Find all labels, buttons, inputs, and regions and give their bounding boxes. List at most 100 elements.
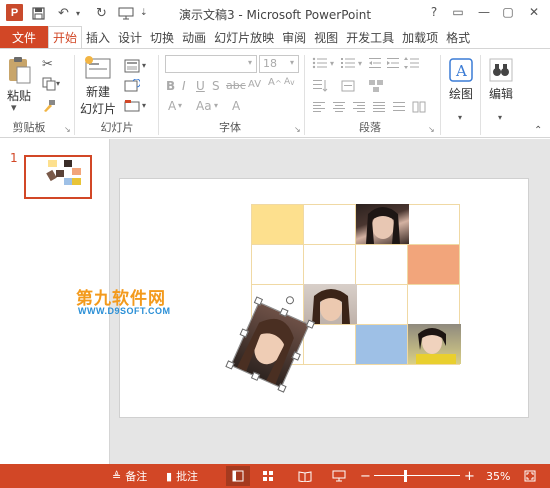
table-cell[interactable] [304,205,356,245]
font-name-dropdown-icon[interactable]: ▾ [248,58,252,67]
help-icon[interactable]: ? [424,3,444,21]
font-name-combobox[interactable] [165,55,257,73]
strikethrough-icon[interactable]: abc [226,79,246,92]
tab-addins[interactable]: 加载项 [398,26,442,48]
comments-button[interactable]: ▮ 批注 [166,468,198,484]
table-cell[interactable] [356,285,408,325]
numbering-dropdown-icon[interactable]: ▾ [358,59,362,68]
zoom-slider-thumb[interactable] [404,470,407,482]
slide-canvas[interactable] [119,178,529,418]
table-cell[interactable] [304,245,356,285]
tab-animations[interactable]: 动画 [178,26,210,48]
font-size-dropdown-icon[interactable]: ▾ [290,58,294,67]
reset-slide-icon[interactable] [124,79,140,93]
table-cell[interactable] [408,285,460,325]
clear-formatting-icon[interactable]: A [232,99,240,113]
layout-dropdown-icon[interactable]: ▾ [142,61,146,70]
font-color-icon[interactable]: A [168,99,176,113]
section-icon[interactable] [124,99,140,113]
drawing-dropdown-icon[interactable]: ▾ [458,113,462,122]
table-cell-blue[interactable] [356,325,408,365]
format-painter-icon[interactable] [42,99,56,113]
slide-sorter-icon[interactable] [262,468,274,484]
close-icon[interactable]: ✕ [524,3,544,21]
slide-thumbnail[interactable] [24,155,92,199]
table-cell-yellow[interactable] [252,205,304,245]
slideshow-icon[interactable] [332,468,346,484]
table-cell[interactable] [356,245,408,285]
align-left-icon[interactable] [312,101,326,113]
collapse-ribbon-icon[interactable]: ⌃ [534,125,542,136]
table-cell[interactable] [408,205,460,245]
font-color-dropdown-icon[interactable]: ▾ [178,101,182,110]
drawing-button[interactable]: A 绘图 [448,57,474,102]
character-spacing-icon[interactable]: AV [248,79,261,90]
align-center-icon[interactable] [332,101,346,113]
shrink-font-icon[interactable]: Av [284,77,295,87]
section-dropdown-icon[interactable]: ▾ [142,101,146,110]
comments-label: 批注 [176,470,199,483]
copy-dropdown-icon[interactable]: ▾ [56,79,60,88]
line-spacing-icon[interactable] [404,57,420,69]
paragraph-launcher-icon[interactable]: ↘ [428,125,435,134]
fit-to-window-icon[interactable] [524,468,536,484]
notes-button[interactable]: ≜ 备注 [112,468,147,484]
maximize-icon[interactable]: ▢ [498,3,518,21]
zoom-out-icon[interactable]: − [360,468,371,484]
bullets-icon[interactable] [312,57,328,69]
grow-font-icon[interactable]: A ^ [268,77,282,88]
paste-dropdown-icon[interactable]: ▾ [11,101,17,114]
tab-format[interactable]: 格式 [442,26,474,48]
portrait-photo[interactable] [304,284,357,324]
align-text-icon[interactable] [340,79,356,93]
zoom-in-icon[interactable]: + [464,468,475,484]
tab-insert[interactable]: 插入 [82,26,114,48]
reading-view-icon[interactable] [298,468,312,484]
tab-review[interactable]: 审阅 [278,26,310,48]
cut-icon[interactable]: ✂ [42,57,53,72]
clipboard-launcher-icon[interactable]: ↘ [64,125,71,134]
change-case-icon[interactable]: Aa [196,99,212,113]
tab-file[interactable]: 文件 [0,26,48,48]
tab-transitions[interactable]: 切换 [146,26,178,48]
font-launcher-icon[interactable]: ↘ [294,125,301,134]
change-case-dropdown-icon[interactable]: ▾ [214,101,218,110]
new-slide-button[interactable]: 新建 幻灯片 [80,55,116,117]
numbering-icon[interactable] [340,57,356,69]
increase-indent-icon[interactable] [386,57,400,69]
distributed-icon[interactable] [392,101,406,113]
bullets-dropdown-icon[interactable]: ▾ [330,59,334,68]
tab-slideshow[interactable]: 幻灯片放映 [210,26,278,48]
ribbon-display-options-icon[interactable]: ▭ [448,3,468,21]
tab-home[interactable]: 开始 [48,26,83,48]
resize-handle[interactable] [277,383,287,393]
layout-icon[interactable] [124,59,140,73]
zoom-slider-track[interactable] [374,475,460,476]
table-cell-orange[interactable] [408,245,460,285]
columns-icon[interactable] [412,101,426,113]
align-right-icon[interactable] [352,101,366,113]
convert-to-smartart-icon[interactable] [368,79,384,93]
tab-view[interactable]: 视图 [310,26,342,48]
justify-icon[interactable] [372,101,386,113]
portrait-photo[interactable] [356,204,409,244]
shapes-icon: A [449,58,473,82]
table-cell[interactable] [304,325,356,365]
italic-icon[interactable]: I [182,79,186,93]
shadow-icon[interactable]: S [212,79,220,93]
paste-button[interactable]: 粘贴 [6,55,32,104]
copy-icon[interactable] [42,77,56,91]
editing-button[interactable]: 编辑 [488,57,514,102]
underline-icon[interactable]: U [196,79,205,93]
bold-icon[interactable]: B [166,79,175,93]
table-cell[interactable] [252,245,304,285]
portrait-photo[interactable] [408,324,461,364]
tab-developer[interactable]: 开发工具 [342,26,398,48]
decrease-indent-icon[interactable] [368,57,382,69]
text-direction-icon[interactable] [312,79,328,93]
tab-design[interactable]: 设计 [114,26,146,48]
editing-dropdown-icon[interactable]: ▾ [498,113,502,122]
minimize-icon[interactable]: — [474,3,494,21]
normal-view-icon[interactable] [226,466,250,486]
zoom-percent[interactable]: 35% [486,468,510,484]
